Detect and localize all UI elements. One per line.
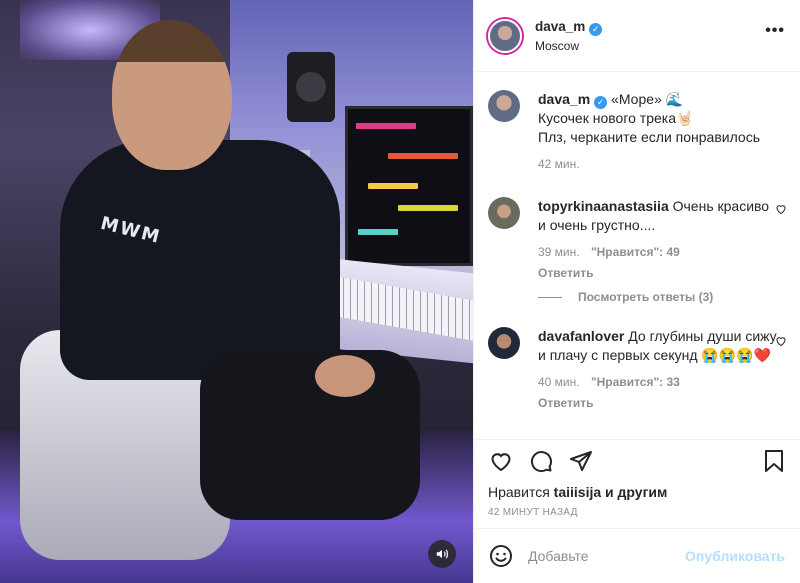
likes-prefix: Нравится [488, 484, 550, 500]
publish-button[interactable]: Опубликовать [685, 548, 785, 564]
caption-avatar[interactable] [488, 90, 520, 122]
comment-time: 39 мин. [538, 245, 580, 259]
likes-user[interactable]: taiiisija [554, 484, 601, 500]
verified-icon: ✓ [594, 96, 608, 109]
bookmark-icon [765, 450, 783, 472]
likes-others[interactable]: и другим [605, 484, 667, 500]
caption-body: dava_m ✓ «Море» 🌊 Кусочек нового трека🤘🏻 … [538, 90, 778, 174]
comment-input[interactable]: Добавьте [528, 548, 685, 564]
post-header: dava_m ✓ Moscow ••• [474, 0, 800, 72]
comment-likes[interactable]: "Нравится": 33 [591, 375, 680, 389]
save-button[interactable] [761, 448, 787, 474]
author-avatar[interactable] [488, 18, 522, 53]
divider-line [538, 296, 562, 298]
heart-icon [776, 337, 786, 347]
comment-username[interactable]: topyrkinaanastasiia [538, 198, 669, 214]
add-comment-bar: Добавьте Опубликовать [474, 528, 800, 583]
comment-icon [530, 451, 552, 473]
sound-icon [436, 549, 448, 559]
hoodie [60, 140, 340, 380]
author-username[interactable]: dava_m [535, 19, 585, 34]
comment-like-button[interactable] [775, 335, 787, 347]
view-replies-button[interactable]: Посмотреть ответы (3) [538, 290, 713, 304]
comment-like-button[interactable] [775, 203, 787, 215]
view-replies-label: Посмотреть ответы (3) [578, 290, 714, 304]
reply-button[interactable]: Ответить [538, 394, 778, 413]
post-media-video[interactable]: MWM [0, 0, 473, 583]
comment-time: 40 мин. [538, 375, 580, 389]
post-timestamp[interactable]: 42 МИНУТ НАЗАД [488, 507, 578, 518]
comment-username[interactable]: davafanlover [538, 328, 624, 344]
head [112, 20, 232, 170]
sound-toggle-button[interactable] [428, 540, 456, 568]
post-side-panel: dava_m ✓ Moscow ••• dava_m ✓ «Море» 🌊 Кусо… [473, 0, 800, 583]
caption-title: «Море» 🌊 [611, 91, 684, 107]
comment-body: davafanlover До глубины души сижу и плач… [538, 327, 778, 413]
person: MWM [60, 20, 420, 540]
verified-icon: ✓ [589, 22, 603, 36]
emoji-icon [490, 545, 512, 567]
caption-username[interactable]: dava_m [538, 91, 590, 107]
comment-item: topyrkinaanastasiia Очень красиво и очен… [488, 197, 778, 283]
comment-body: topyrkinaanastasiia Очень красиво и очен… [538, 197, 778, 283]
comment-button[interactable] [528, 448, 554, 474]
caption-line-2: Плз, черканите если понравилось [538, 129, 760, 145]
likes-summary: Нравится taiiisija и другим [488, 484, 667, 500]
emoji-button[interactable] [488, 543, 514, 569]
heart-icon [491, 453, 511, 472]
caption: dava_m ✓ «Море» 🌊 Кусочек нового трека🤘🏻 … [488, 90, 778, 174]
post-actions: Нравится taiiisija и другим 42 МИНУТ НАЗ… [474, 439, 800, 542]
share-icon [570, 451, 592, 471]
more-options-button[interactable]: ••• [765, 22, 785, 40]
post-location[interactable]: Moscow [535, 39, 602, 53]
comment-item: davafanlover До глубины души сижу и плач… [488, 327, 778, 413]
commenter-avatar[interactable] [488, 327, 520, 359]
share-button[interactable] [568, 448, 594, 474]
hand [315, 355, 375, 397]
comment-likes[interactable]: "Нравится": 49 [591, 245, 680, 259]
commenter-avatar[interactable] [488, 197, 520, 229]
legs [200, 350, 420, 520]
caption-time: 42 мин. [538, 157, 580, 171]
comments-list: dava_m ✓ «Море» 🌊 Кусочек нового трека🤘🏻 … [474, 73, 800, 439]
caption-line-1: Кусочек нового трека🤘🏻 [538, 110, 694, 126]
reply-button[interactable]: Ответить [538, 264, 778, 283]
heart-icon [776, 205, 786, 215]
like-button[interactable] [488, 448, 514, 474]
